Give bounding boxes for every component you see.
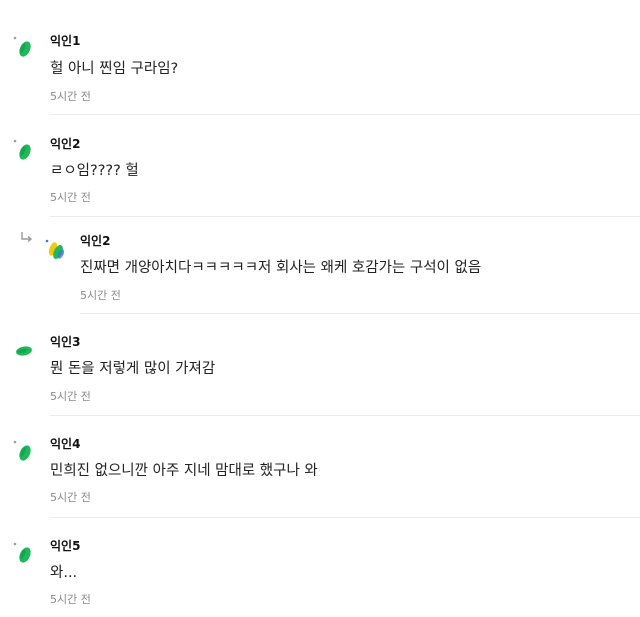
comment-text: ㄹㅇ임???? 헐 xyxy=(50,163,139,179)
comment-item: 익인1 헐 아니 찐임 구라임? 5시간 전 xyxy=(0,0,640,115)
comment-item: 익인2 ㄹㅇ임???? 헐 5시간 전 xyxy=(0,115,640,217)
comment-text: 진짜면 개양아치다ㅋㅋㅋㅋㅋ저 회사는 왜케 호감가는 구석이 없음 xyxy=(80,260,482,276)
comment-time: 5시간 전 xyxy=(50,593,91,606)
comment-item: 익인4 민희진 없으니깐 아주 지네 맘대로 했구나 와 5시간 전 xyxy=(0,416,640,518)
comment-author[interactable]: 익인3 xyxy=(50,333,80,350)
leaf-avatar-icon[interactable] xyxy=(12,540,36,564)
reply-item: 익인2 진짜면 개양아치다ㅋㅋㅋㅋㅋ저 회사는 왜케 호감가는 구석이 없음 5… xyxy=(0,217,640,315)
comment-time: 5시간 전 xyxy=(50,491,91,504)
comment-time: 5시간 전 xyxy=(50,90,91,103)
multicolor-leaf-avatar-icon[interactable] xyxy=(44,237,68,261)
comment-item: 익인3 뭔 돈을 저렇게 많이 가져감 5시간 전 xyxy=(0,315,640,416)
leaf-avatar-icon[interactable] xyxy=(12,34,36,58)
reply-arrow-icon xyxy=(20,230,34,244)
leaf-avatar-icon[interactable] xyxy=(12,137,36,161)
comment-text: 민희진 없으니깐 아주 지네 맘대로 했구나 와 xyxy=(50,463,318,479)
comment-list: 익인1 헐 아니 찐임 구라임? 5시간 전 익인2 ㄹㅇ임???? 헐 5시간… xyxy=(0,0,640,617)
comment-time: 5시간 전 xyxy=(50,390,91,403)
leaf-avatar-icon[interactable] xyxy=(12,337,36,361)
comment-time: 5시간 전 xyxy=(50,191,91,204)
comment-item: 익인5 와... 5시간 전 xyxy=(0,518,640,617)
comment-text: 헐 아니 찐임 구라임? xyxy=(50,61,179,77)
leaf-avatar-icon[interactable] xyxy=(12,438,36,462)
comment-text: 뭔 돈을 저렇게 많이 가져감 xyxy=(50,361,216,377)
comment-author[interactable]: 익인2 xyxy=(80,232,110,249)
comment-text: 와... xyxy=(50,565,78,581)
comment-author[interactable]: 익인4 xyxy=(50,435,80,452)
comment-author[interactable]: 익인1 xyxy=(50,32,80,49)
comment-divider xyxy=(80,313,640,314)
comment-author[interactable]: 익인5 xyxy=(50,537,80,554)
comment-time: 5시간 전 xyxy=(80,289,121,302)
comment-author[interactable]: 익인2 xyxy=(50,135,80,152)
